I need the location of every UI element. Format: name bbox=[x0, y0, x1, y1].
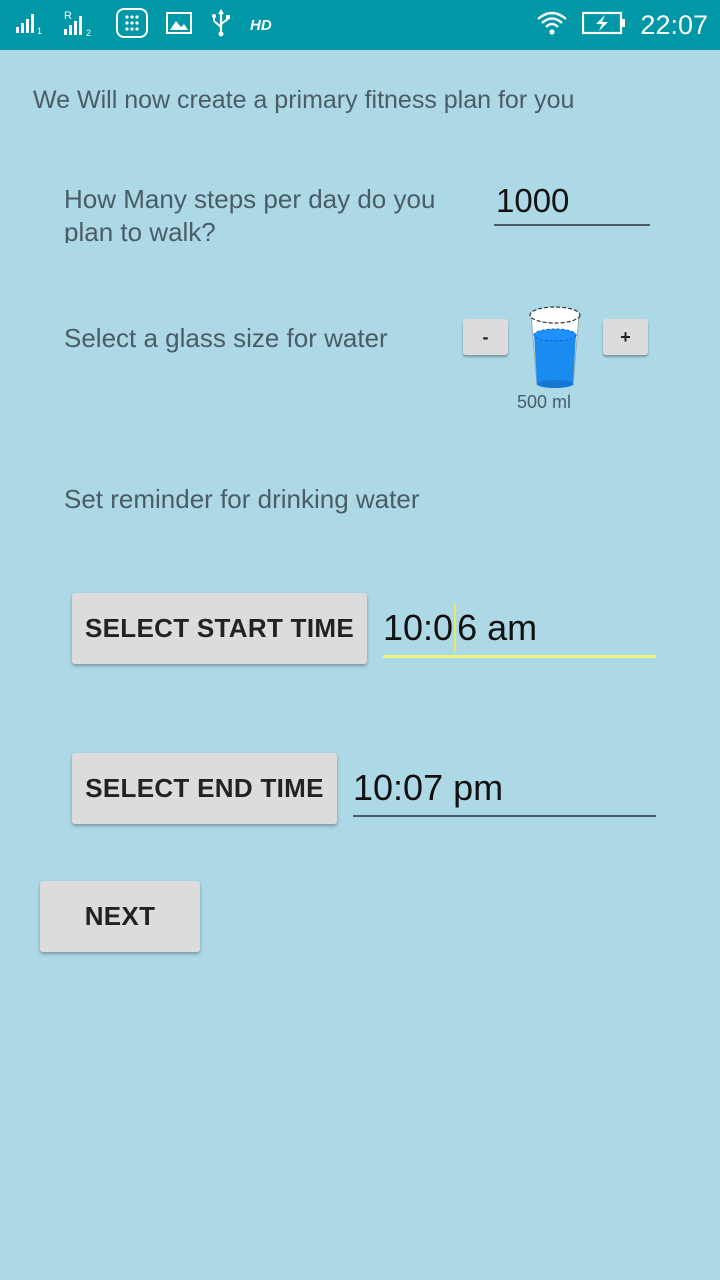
text-cursor bbox=[454, 604, 457, 652]
steps-question-label: How Many steps per day do you plan to wa… bbox=[64, 184, 436, 243]
intro-text: We Will now create a primary fitness pla… bbox=[33, 86, 575, 114]
gallery-icon bbox=[166, 11, 192, 39]
svg-text:2: 2 bbox=[86, 28, 91, 37]
status-clock: 22:07 bbox=[640, 9, 708, 40]
select-end-time-button[interactable]: SELECT END TIME bbox=[72, 753, 337, 824]
reminder-title: Set reminder for drinking water bbox=[64, 484, 420, 514]
battery-charging-icon bbox=[582, 11, 626, 40]
svg-text:1: 1 bbox=[37, 26, 42, 35]
svg-text:R: R bbox=[64, 10, 72, 22]
start-time-field[interactable]: 10:0 6 am bbox=[383, 601, 656, 658]
wifi-icon bbox=[536, 10, 568, 41]
signal-sim1-icon: 1 bbox=[16, 11, 46, 40]
start-time-text-before-caret: 10:0 bbox=[383, 607, 454, 648]
select-start-time-button[interactable]: SELECT START TIME bbox=[72, 593, 367, 664]
start-time-text-after-caret: 6 am bbox=[457, 607, 538, 648]
hd-badge: HD bbox=[250, 16, 272, 34]
glass-size-label: Select a glass size for water bbox=[64, 323, 388, 353]
increase-glass-size-button[interactable]: + bbox=[603, 319, 648, 355]
app-notification-icon bbox=[116, 7, 148, 43]
decrease-glass-size-button[interactable]: - bbox=[463, 319, 508, 355]
status-bar: 1 R 2 HD 22:07 bbox=[0, 0, 720, 50]
next-button[interactable]: NEXT bbox=[40, 881, 200, 952]
end-time-field[interactable]: 10:07 pm bbox=[353, 761, 656, 817]
usb-icon bbox=[210, 8, 232, 42]
water-glass-icon bbox=[527, 305, 583, 389]
steps-input[interactable] bbox=[494, 178, 650, 226]
signal-sim2-roaming-icon: R 2 bbox=[64, 9, 98, 42]
glass-size-value: 500 ml bbox=[517, 392, 572, 412]
